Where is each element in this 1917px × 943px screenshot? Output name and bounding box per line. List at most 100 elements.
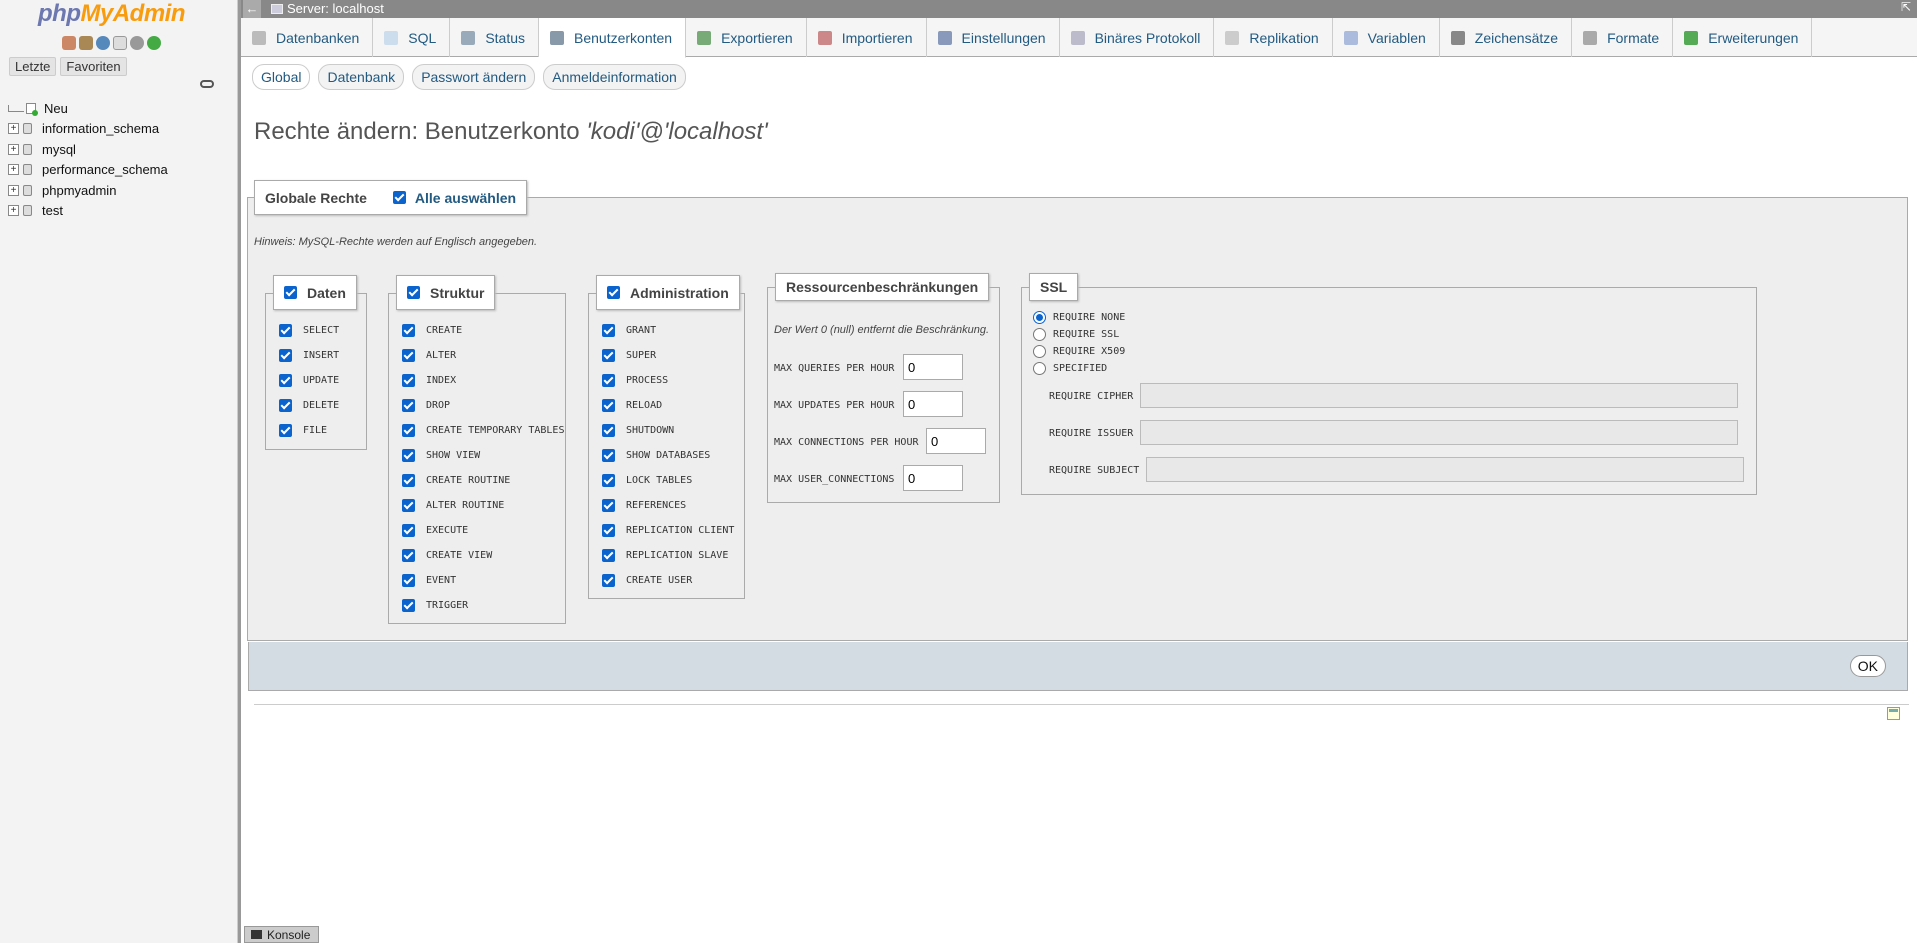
logout-icon[interactable]: [79, 36, 93, 50]
priv-label[interactable]: SUPER: [626, 350, 656, 361]
require-none-radio[interactable]: REQUIRE NONE: [1033, 311, 1125, 324]
priv-label[interactable]: PROCESS: [626, 375, 668, 386]
checkbox[interactable]: [402, 599, 415, 612]
expand-icon[interactable]: +: [8, 123, 19, 135]
tree-item-label[interactable]: Neu: [44, 101, 68, 116]
tab-datenbanken[interactable]: Datenbanken: [241, 18, 374, 57]
administration-group-checkbox[interactable]: [607, 286, 620, 299]
priv-label[interactable]: CREATE USER: [626, 575, 692, 586]
priv-show-view-checkbox[interactable]: SHOW VIEW: [402, 449, 480, 462]
priv-label[interactable]: SHOW DATABASES: [626, 450, 710, 461]
checkbox[interactable]: [602, 474, 615, 487]
home-icon[interactable]: [62, 36, 76, 50]
radio-button[interactable]: [1033, 311, 1046, 324]
require-subject-input[interactable]: [1146, 457, 1744, 482]
console-toggle[interactable]: Konsole: [244, 926, 319, 943]
max-updates-input[interactable]: [903, 391, 963, 417]
priv-label[interactable]: CREATE TEMPORARY TABLES: [426, 425, 564, 436]
tab-variablen[interactable]: Variablen: [1333, 18, 1440, 57]
tab-status[interactable]: Status: [450, 18, 540, 57]
daten-group-checkbox[interactable]: [284, 286, 297, 299]
checkbox[interactable]: [602, 549, 615, 562]
subtab-datenbank[interactable]: Datenbank: [318, 64, 405, 90]
checkbox[interactable]: [602, 399, 615, 412]
checkbox[interactable]: [402, 349, 415, 362]
checkbox[interactable]: [602, 349, 615, 362]
priv-label[interactable]: TRIGGER: [426, 600, 468, 611]
tree-item-label[interactable]: information_schema: [42, 121, 159, 136]
tab-replikation[interactable]: Replikation: [1214, 18, 1333, 57]
radio-button[interactable]: [1033, 328, 1046, 341]
priv-delete-checkbox[interactable]: DELETE: [279, 399, 339, 412]
struktur-legend[interactable]: Struktur: [396, 275, 496, 310]
priv-replication-client-checkbox[interactable]: REPLICATION CLIENT: [602, 524, 734, 537]
priv-label[interactable]: ALTER ROUTINE: [426, 500, 504, 511]
radio-label[interactable]: SPECIFIED: [1053, 363, 1107, 374]
checkbox[interactable]: [279, 424, 292, 437]
tab-recent[interactable]: Letzte: [9, 57, 57, 76]
priv-label[interactable]: DROP: [426, 400, 450, 411]
reload-icon[interactable]: [147, 36, 161, 50]
tree-item-label[interactable]: test: [42, 203, 63, 218]
priv-alter-routine-checkbox[interactable]: ALTER ROUTINE: [402, 499, 504, 512]
tab-zeichensaetze[interactable]: Zeichensätze: [1440, 18, 1573, 57]
checkbox[interactable]: [402, 374, 415, 387]
priv-trigger-checkbox[interactable]: TRIGGER: [402, 599, 468, 612]
checkbox[interactable]: [602, 424, 615, 437]
priv-select-checkbox[interactable]: SELECT: [279, 324, 339, 337]
radio-button[interactable]: [1033, 362, 1046, 375]
priv-file-checkbox[interactable]: FILE: [279, 424, 327, 437]
expand-icon[interactable]: +: [8, 164, 19, 176]
radio-label[interactable]: REQUIRE SSL: [1053, 329, 1119, 340]
checkbox[interactable]: [402, 449, 415, 462]
radio-label[interactable]: REQUIRE X509: [1053, 346, 1125, 357]
checkbox[interactable]: [602, 374, 615, 387]
priv-create-view-checkbox[interactable]: CREATE VIEW: [402, 549, 492, 562]
priv-alter-checkbox[interactable]: ALTER: [402, 349, 456, 362]
priv-super-checkbox[interactable]: SUPER: [602, 349, 656, 362]
tab-sql[interactable]: SQL: [373, 18, 451, 57]
tree-item-information-schema[interactable]: + information_schema: [8, 119, 168, 140]
tree-item-new[interactable]: Neu: [8, 98, 168, 119]
daten-legend[interactable]: Daten: [273, 275, 357, 310]
priv-label[interactable]: REFERENCES: [626, 500, 686, 511]
priv-index-checkbox[interactable]: INDEX: [402, 374, 456, 387]
priv-label[interactable]: ALTER: [426, 350, 456, 361]
require-issuer-input[interactable]: [1140, 420, 1738, 445]
priv-create-temporary-tables-checkbox[interactable]: CREATE TEMPORARY TABLES: [402, 424, 564, 437]
tree-item-performance-schema[interactable]: + performance_schema: [8, 160, 168, 181]
checkbox[interactable]: [402, 324, 415, 337]
radio-button[interactable]: [1033, 345, 1046, 358]
select-all-checkbox[interactable]: [392, 191, 406, 204]
priv-drop-checkbox[interactable]: DROP: [402, 399, 450, 412]
select-all-label[interactable]: Alle auswählen: [415, 190, 516, 206]
checkbox[interactable]: [602, 324, 615, 337]
expand-icon[interactable]: +: [8, 205, 19, 217]
priv-label[interactable]: INDEX: [426, 375, 456, 386]
priv-execute-checkbox[interactable]: EXECUTE: [402, 524, 468, 537]
docs-icon[interactable]: [113, 36, 127, 50]
checkbox[interactable]: [402, 549, 415, 562]
priv-label[interactable]: EVENT: [426, 575, 456, 586]
priv-create-routine-checkbox[interactable]: CREATE ROUTINE: [402, 474, 510, 487]
max-user-connections-input[interactable]: [903, 465, 963, 491]
tree-item-label[interactable]: mysql: [42, 142, 76, 157]
priv-reload-checkbox[interactable]: RELOAD: [602, 399, 662, 412]
priv-insert-checkbox[interactable]: INSERT: [279, 349, 339, 362]
checkbox[interactable]: [279, 349, 292, 362]
priv-label[interactable]: REPLICATION CLIENT: [626, 525, 734, 536]
tab-formate[interactable]: Formate: [1572, 18, 1674, 57]
collapse-icon[interactable]: ⇱: [1901, 0, 1911, 14]
priv-event-checkbox[interactable]: EVENT: [402, 574, 456, 587]
subtab-anmeldeinformation[interactable]: Anmeldeinformation: [543, 64, 686, 90]
tree-item-label[interactable]: phpmyadmin: [42, 183, 116, 198]
checkbox[interactable]: [402, 399, 415, 412]
priv-update-checkbox[interactable]: UPDATE: [279, 374, 339, 387]
phpmyadmin-logo[interactable]: phpMyAdmin: [38, 0, 185, 28]
checkbox[interactable]: [402, 524, 415, 537]
checkbox[interactable]: [602, 449, 615, 462]
tab-exportieren[interactable]: Exportieren: [686, 18, 807, 57]
select-all-toggle[interactable]: Alle auswählen: [392, 190, 516, 206]
tab-benutzerkonten[interactable]: Benutzerkonten: [539, 18, 687, 58]
tree-item-phpmyadmin[interactable]: + phpmyadmin: [8, 180, 168, 201]
